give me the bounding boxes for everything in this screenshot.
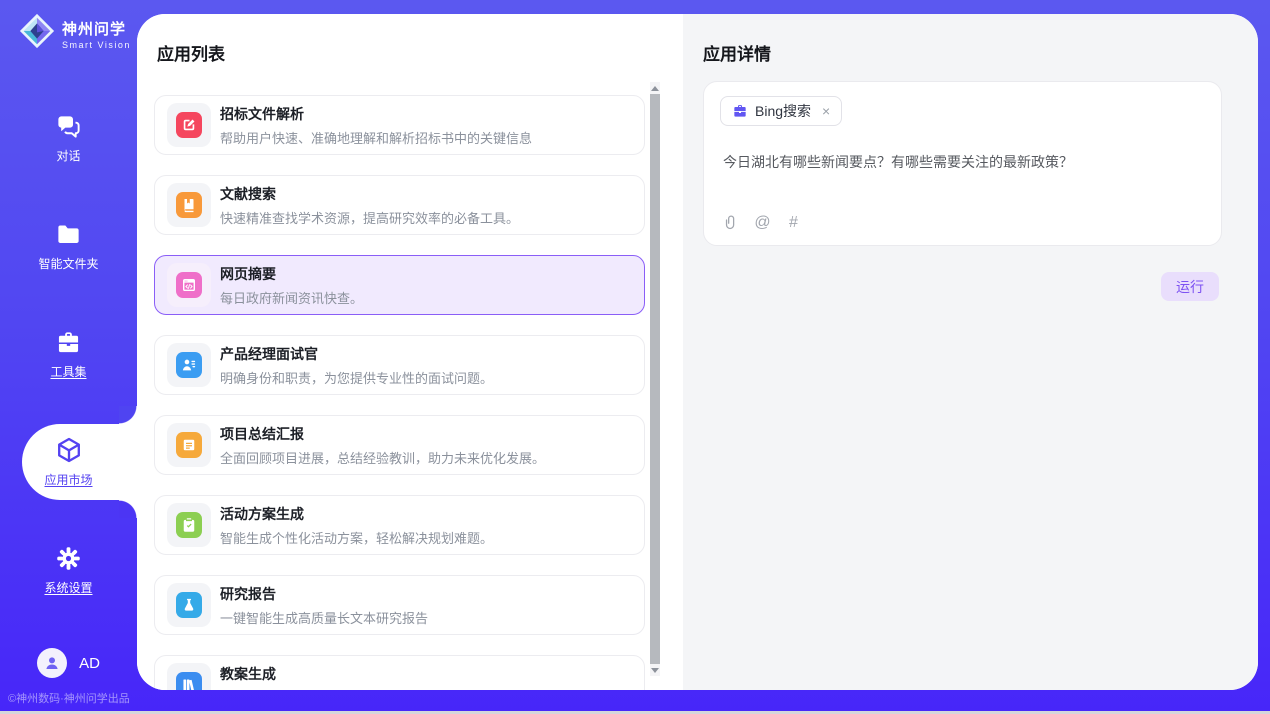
run-button[interactable]: 运行 — [1161, 272, 1219, 301]
sidebar-item-toolbox[interactable]: 工具集 — [0, 319, 137, 389]
sidebar-item-label: 系统设置 — [44, 579, 92, 596]
sidebar-item-cube[interactable]: 应用市场 — [0, 427, 137, 497]
attachment-icon[interactable] — [723, 214, 740, 231]
app-card[interactable]: 教案生成 模板驱动，教案快速生成，教学准备从此轻松快捷 — [154, 655, 645, 690]
sidebar-item-label: 智能文件夹 — [38, 255, 98, 272]
tool-tag-bing-search[interactable]: Bing搜索 × — [720, 96, 842, 126]
books-icon — [176, 672, 202, 690]
app-card-description: 帮助用户快速、准确地理解和解析招标书中的关键信息 — [220, 128, 532, 147]
sidebar-item-gear[interactable]: 系统设置 — [0, 535, 137, 605]
sidebar-item-label: 应用市场 — [44, 471, 92, 488]
avatar-person-icon[interactable] — [37, 648, 67, 678]
interviewer-icon — [176, 352, 202, 378]
app-icon — [167, 503, 211, 547]
sidebar-nav: 对话 智能文件夹 工具集 应用市场 系统设置 — [0, 103, 137, 643]
brand-name: 神州问学 — [62, 18, 131, 39]
app-icon — [167, 263, 211, 307]
app-card[interactable]: 研究报告 一键智能生成高质量长文本研究报告 — [154, 575, 645, 635]
app-card-description: 全面回顾项目进展，总结经验教训，助力未来优化发展。 — [220, 448, 545, 467]
app-card-title: 文献搜索 — [220, 184, 519, 204]
sidebar-item-label: 工具集 — [50, 363, 86, 380]
scroll-up-button[interactable] — [650, 82, 660, 94]
scroll-down-button[interactable] — [650, 664, 660, 676]
clipboard-check-icon — [176, 512, 202, 538]
app-list-panel: 应用列表 招标文件解析 帮助用户快速、准确地理解和解析招标书中的关键信息 文献搜… — [137, 14, 683, 690]
composer-toolbar: @ # — [723, 214, 802, 231]
sidebar-item-chat[interactable]: 对话 — [0, 103, 137, 173]
sidebar-item-label: 对话 — [56, 147, 80, 164]
content-card: 应用列表 招标文件解析 帮助用户快速、准确地理解和解析招标书中的关键信息 文献搜… — [137, 14, 1258, 690]
app-card-title: 教案生成 — [220, 664, 506, 684]
brand-diamond-icon — [18, 12, 56, 55]
mention-icon[interactable]: @ — [754, 214, 771, 231]
app-icon — [167, 663, 211, 690]
topic-icon[interactable]: # — [785, 214, 802, 231]
app-card-description: 明确身份和职责，为您提供专业性的面试问题。 — [220, 368, 493, 387]
app-card-title: 项目总结汇报 — [220, 424, 545, 444]
browser-code-icon — [176, 272, 202, 298]
app-icon — [167, 183, 211, 227]
app-card-description: 一键智能生成高质量长文本研究报告 — [220, 608, 428, 627]
app-card-title: 研究报告 — [220, 584, 428, 604]
app-card[interactable]: 网页摘要 每日政府新闻资讯快查。 — [154, 255, 645, 315]
user-initials: AD — [79, 655, 100, 672]
folder-icon — [55, 220, 83, 248]
app-card[interactable]: 文献搜索 快速精准查找学术资源，提高研究效率的必备工具。 — [154, 175, 645, 235]
app-detail-title: 应用详情 — [703, 40, 771, 65]
app-card-title: 招标文件解析 — [220, 104, 532, 124]
book-icon — [176, 192, 202, 218]
app-window: 神州问学 Smart Vision 对话 智能文件夹 工具集 应用市场 系统设置 — [0, 0, 1270, 714]
app-icon — [167, 423, 211, 467]
app-card-title: 活动方案生成 — [220, 504, 493, 524]
app-icon — [167, 343, 211, 387]
close-icon[interactable]: × — [822, 103, 830, 119]
sidebar-item-folder[interactable]: 智能文件夹 — [0, 211, 137, 281]
chat-icon — [55, 112, 83, 140]
flask-icon — [176, 592, 202, 618]
cube-icon — [55, 436, 83, 464]
app-card[interactable]: 项目总结汇报 全面回顾项目进展，总结经验教训，助力未来优化发展。 — [154, 415, 645, 475]
scrollbar-thumb[interactable] — [650, 94, 660, 664]
tool-tag-label: Bing搜索 — [755, 101, 811, 121]
sidebar: 神州问学 Smart Vision 对话 智能文件夹 工具集 应用市场 系统设置 — [0, 0, 137, 714]
pen-square-icon — [176, 112, 202, 138]
scrollbar[interactable] — [650, 82, 660, 676]
app-card-description: 每日政府新闻资讯快查。 — [220, 288, 363, 307]
briefcase-icon — [732, 103, 748, 119]
app-card[interactable]: 产品经理面试官 明确身份和职责，为您提供专业性的面试问题。 — [154, 335, 645, 395]
app-card-title: 网页摘要 — [220, 264, 363, 284]
app-icon — [167, 103, 211, 147]
app-card-description: 智能生成个性化活动方案，轻松解决规划难题。 — [220, 528, 493, 547]
app-cards: 招标文件解析 帮助用户快速、准确地理解和解析招标书中的关键信息 文献搜索 快速精… — [154, 81, 645, 690]
toolbox-icon — [55, 328, 83, 356]
copyright: ©神州数码·神州问学出品 — [8, 690, 130, 706]
gear-icon — [55, 544, 83, 572]
prompt-input[interactable]: 今日湖北有哪些新闻要点？有哪些需要关注的最新政策？ — [723, 152, 1203, 173]
app-detail-panel: 应用详情 Bing搜索 × 今日湖北有哪些新闻要点？有哪些需要关注的最新政策？ — [683, 14, 1258, 690]
brand-subtitle: Smart Vision — [62, 40, 131, 50]
app-card[interactable]: 招标文件解析 帮助用户快速、准确地理解和解析招标书中的关键信息 — [154, 95, 645, 155]
app-card-title: 产品经理面试官 — [220, 344, 493, 364]
prompt-card: Bing搜索 × 今日湖北有哪些新闻要点？有哪些需要关注的最新政策？ @ # — [703, 81, 1222, 246]
app-icon — [167, 583, 211, 627]
app-card[interactable]: 活动方案生成 智能生成个性化活动方案，轻松解决规划难题。 — [154, 495, 645, 555]
note-icon — [176, 432, 202, 458]
app-list-title: 应用列表 — [157, 40, 225, 65]
app-card-description: 模板驱动，教案快速生成，教学准备从此轻松快捷 — [220, 688, 506, 691]
brand-logo: 神州问学 Smart Vision — [18, 12, 131, 55]
user-account[interactable]: AD — [0, 648, 137, 678]
app-card-description: 快速精准查找学术资源，提高研究效率的必备工具。 — [220, 208, 519, 227]
